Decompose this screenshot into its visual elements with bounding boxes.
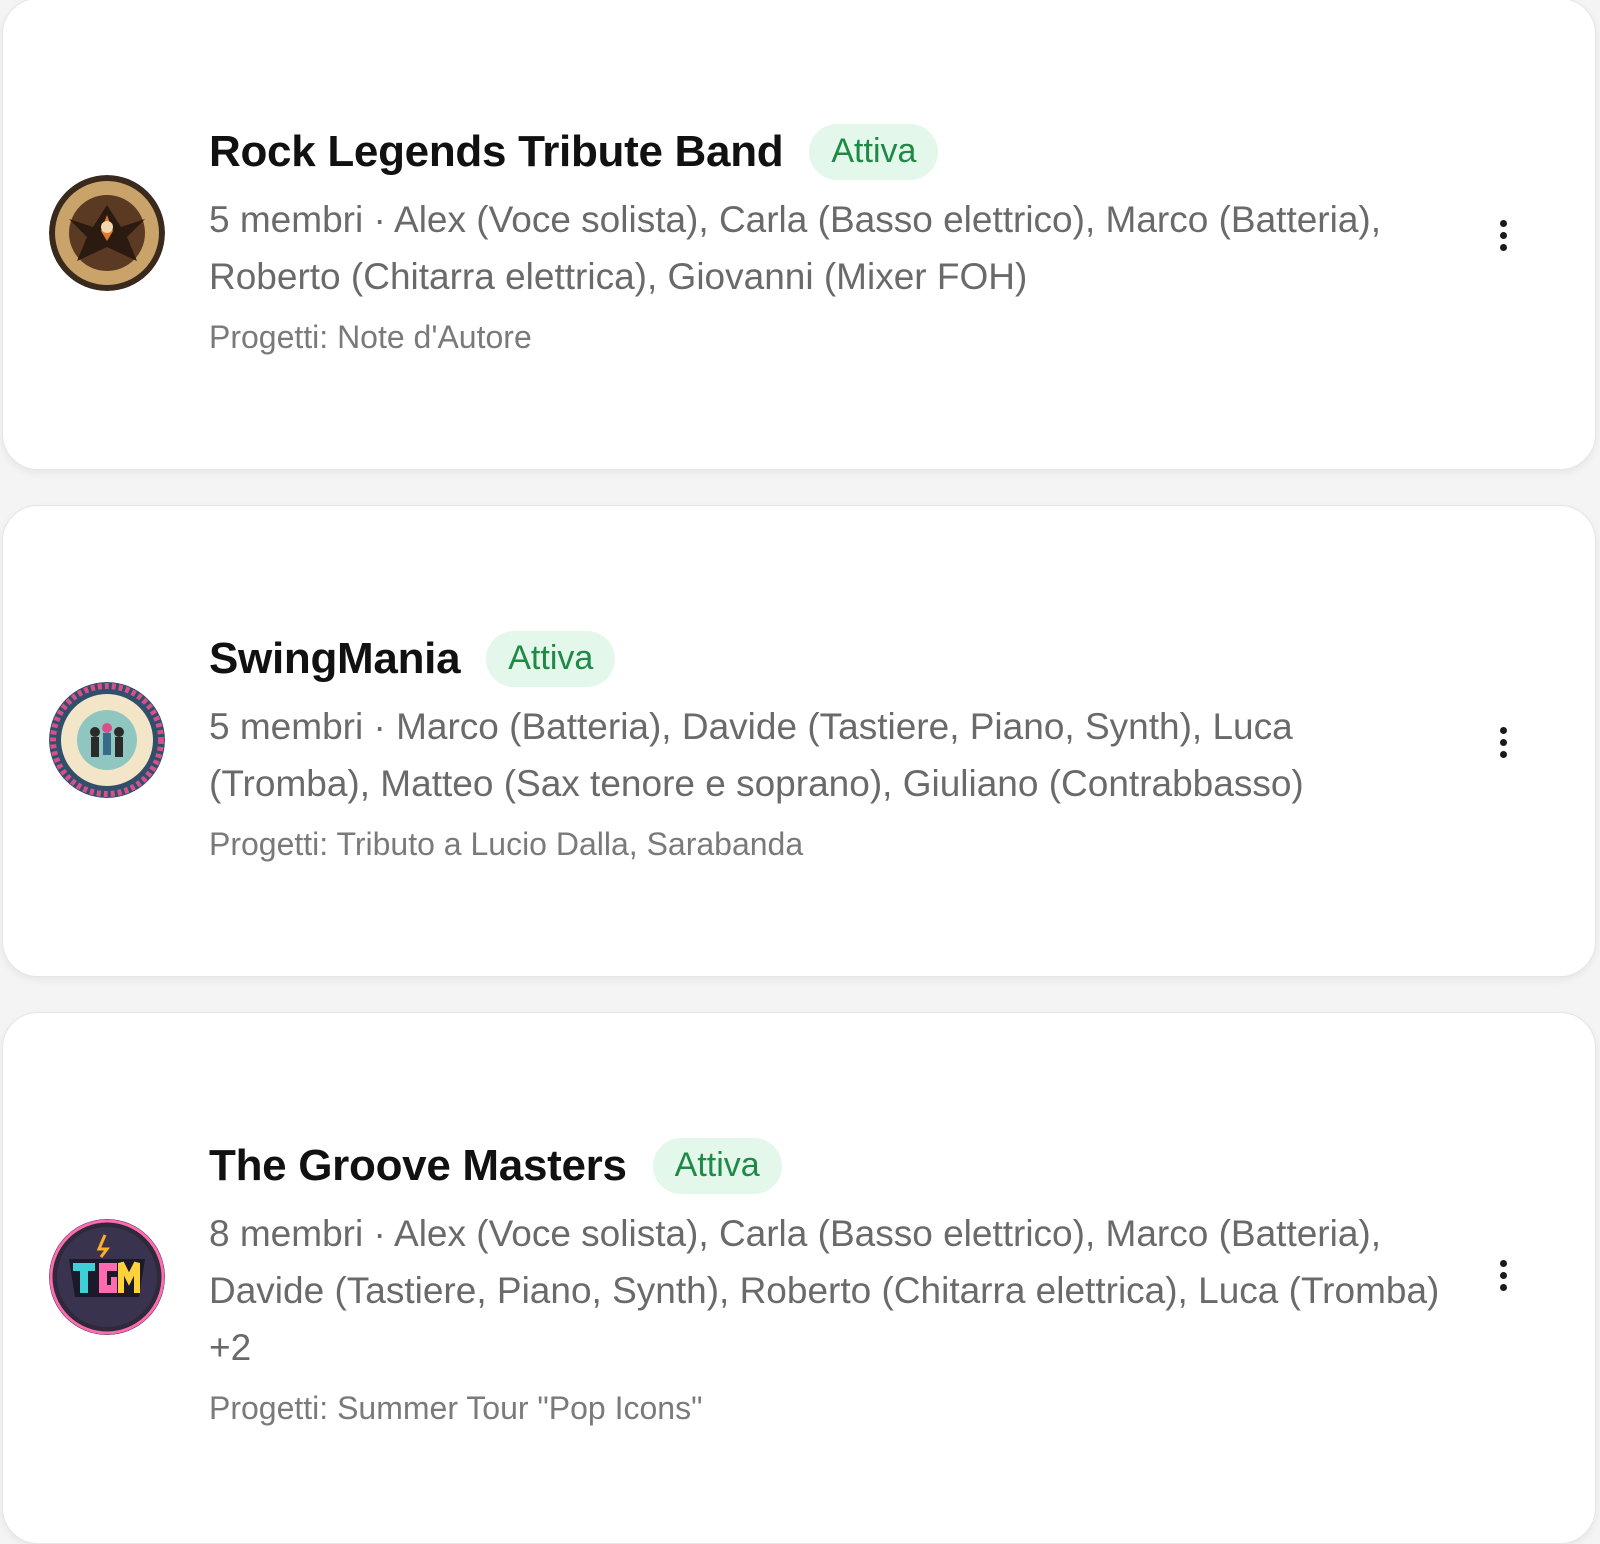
band-name[interactable]: SwingMania [209, 634, 461, 684]
band-card[interactable]: SwingMania Attiva 5 membri · Marco (Batt… [2, 505, 1596, 977]
status-badge: Attiva [809, 124, 939, 180]
status-badge: Attiva [652, 1138, 782, 1194]
swingmania-logo [49, 682, 165, 798]
band-logo-avatar [49, 1219, 165, 1335]
groove-masters-logo [49, 1219, 165, 1335]
status-badge: Attiva [486, 631, 616, 687]
band-card[interactable]: Rock Legends Tribute Band Attiva 5 membr… [2, 0, 1596, 470]
projects-list: Progetti: Note d'Autore [209, 319, 532, 355]
rock-legends-logo [49, 175, 165, 291]
more-vertical-icon[interactable] [1483, 1245, 1523, 1305]
band-info: Rock Legends Tribute Band Attiva 5 membr… [209, 123, 1449, 359]
band-logo-avatar [49, 175, 165, 291]
projects-list: Progetti: Summer Tour "Pop Icons" [209, 1390, 703, 1426]
band-logo-avatar [49, 682, 165, 798]
band-name[interactable]: The Groove Masters [209, 1141, 627, 1191]
band-card[interactable]: The Groove Masters Attiva 8 membri · Ale… [2, 1012, 1596, 1544]
title-row: SwingMania Attiva [209, 630, 1449, 688]
band-info: The Groove Masters Attiva 8 membri · Ale… [209, 1137, 1449, 1430]
members-summary: 5 membri · Marco (Batteria), Davide (Tas… [209, 706, 1304, 804]
more-vertical-icon[interactable] [1483, 205, 1523, 265]
band-info: SwingMania Attiva 5 membri · Marco (Batt… [209, 630, 1449, 866]
members-summary: 8 membri · Alex (Voce solista), Carla (B… [209, 1213, 1440, 1368]
title-row: The Groove Masters Attiva [209, 1137, 1449, 1195]
members-summary: 5 membri · Alex (Voce solista), Carla (B… [209, 199, 1382, 297]
band-name[interactable]: Rock Legends Tribute Band [209, 127, 784, 177]
band-list: Rock Legends Tribute Band Attiva 5 membr… [0, 0, 1600, 1544]
title-row: Rock Legends Tribute Band Attiva [209, 123, 1449, 181]
projects-list: Progetti: Tributo a Lucio Dalla, Saraban… [209, 826, 804, 862]
more-vertical-icon[interactable] [1483, 712, 1523, 772]
